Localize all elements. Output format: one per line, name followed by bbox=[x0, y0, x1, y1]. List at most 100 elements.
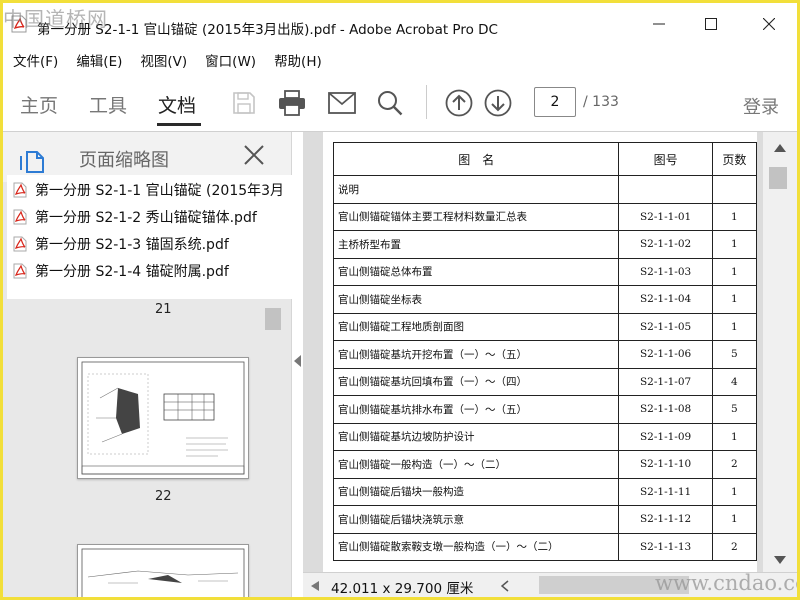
menu-view[interactable]: 视图(V) bbox=[140, 50, 187, 70]
save-icon bbox=[233, 92, 255, 114]
minimize-icon bbox=[653, 23, 665, 25]
watermark-bottom: www.cndao.com bbox=[655, 571, 797, 595]
collapse-panel-icon[interactable] bbox=[293, 355, 303, 367]
arrow-up-circle-icon bbox=[445, 89, 473, 117]
cell-name: 官山侧锚碇基坑回填布置（一）～（四） bbox=[332, 367, 620, 396]
chevron-left-icon[interactable] bbox=[501, 580, 509, 592]
table-row: 官山侧锚碇坐标表 S2-1-1-04 1 bbox=[332, 285, 758, 314]
cell-name: 官山侧锚碇后锚块一般构造 bbox=[332, 477, 620, 506]
page-number-input[interactable]: 2 bbox=[534, 87, 576, 117]
page-thumbnail[interactable] bbox=[77, 357, 249, 479]
scroll-up-icon[interactable] bbox=[774, 144, 786, 152]
maximize-button[interactable] bbox=[691, 13, 731, 35]
cell-name: 官山侧锚碇坐标表 bbox=[332, 285, 620, 314]
cell-pages: 1 bbox=[711, 505, 758, 534]
close-window-button[interactable] bbox=[749, 13, 789, 35]
drawing-thumbnail-image bbox=[81, 361, 245, 475]
search-icon bbox=[378, 91, 403, 116]
active-tab-indicator bbox=[157, 123, 201, 126]
title-bar: 第一分册 S2-1-1 官山锚碇 (2015年3月出版).pdf - Adobe… bbox=[3, 3, 797, 45]
table-row: 官山侧锚碇基坑排水布置（一）～（五） S2-1-1-08 5 bbox=[332, 395, 758, 424]
cell-name: 官山侧锚碇后锚块浇筑示意 bbox=[332, 505, 620, 534]
maximize-icon bbox=[705, 18, 717, 30]
cell-name: 官山侧锚碇工程地质剖面图 bbox=[332, 312, 620, 341]
table-row: 官山侧锚碇工程地质剖面图 S2-1-1-05 1 bbox=[332, 312, 758, 341]
sign-in-button[interactable]: 登录 bbox=[743, 93, 779, 119]
search-button[interactable] bbox=[375, 88, 405, 118]
app-window: 第一分册 S2-1-1 官山锚碇 (2015年3月出版).pdf - Adobe… bbox=[3, 3, 797, 597]
scroll-down-icon[interactable] bbox=[774, 556, 786, 564]
cell-name: 主桥桥型布置 bbox=[332, 230, 620, 259]
drawing-thumbnail-image bbox=[81, 548, 245, 597]
arrow-down-circle-icon bbox=[484, 89, 512, 117]
attachment-item[interactable]: 第一分册 S2-1-1 官山锚碇 (2015年3月 bbox=[13, 177, 284, 203]
cell-pages: 1 bbox=[711, 312, 758, 341]
attachment-item[interactable]: 第一分册 S2-1-2 秀山锚碇锚体.pdf bbox=[13, 204, 257, 230]
next-page-button[interactable] bbox=[483, 88, 513, 118]
cell-code: S2-1-1-12 bbox=[618, 505, 713, 534]
minimize-button[interactable] bbox=[639, 13, 679, 35]
attachment-item[interactable]: 第一分册 S2-1-4 锚碇附属.pdf bbox=[13, 258, 229, 284]
table-row: 官山侧锚碇基坑回填布置（一）～（四） S2-1-1-07 4 bbox=[332, 367, 758, 396]
cell-pages: 5 bbox=[711, 395, 758, 424]
menu-help[interactable]: 帮助(H) bbox=[274, 50, 322, 70]
column-header-pages: 页数 bbox=[711, 142, 758, 176]
total-pages: / 133 bbox=[583, 94, 619, 110]
cell-name: 官山侧锚碇锚体主要工程材料数量汇总表 bbox=[332, 202, 620, 231]
document-view[interactable]: 图 名 图号 页数 说明 官山侧锚碇锚体主要工程材料数量汇总表 S2-1-1-01 1… bbox=[303, 132, 797, 572]
table-row: 官山侧锚碇基坑边坡防护设计 S2-1-1-09 1 bbox=[332, 422, 758, 451]
envelope-icon bbox=[328, 92, 356, 114]
menu-bar: 文件(F) 编辑(E) 视图(V) 窗口(W) 帮助(H) bbox=[3, 47, 797, 73]
thumbnail-scrollbar-thumb[interactable] bbox=[265, 308, 281, 330]
page-thumbnails-icon[interactable] bbox=[19, 148, 45, 174]
table-row: 官山侧锚碇散索鞍支墩一般构造（一）～（二） S2-1-1-13 2 bbox=[332, 532, 758, 561]
cell-name: 官山侧锚碇基坑排水布置（一）～（五） bbox=[332, 395, 620, 424]
cell-pages: 2 bbox=[711, 450, 758, 479]
document-scrollbar[interactable] bbox=[763, 132, 797, 572]
tab-document[interactable]: 文档 bbox=[158, 91, 196, 118]
page-thumbnail[interactable] bbox=[77, 544, 249, 597]
previous-page-button[interactable] bbox=[444, 88, 474, 118]
print-button[interactable] bbox=[277, 88, 307, 118]
cell-pages bbox=[711, 175, 758, 204]
watermark-top: 中国道桥网 bbox=[3, 7, 108, 31]
table-header-row: 图 名 图号 页数 bbox=[332, 142, 758, 176]
cell-name: 说明 bbox=[332, 175, 620, 204]
document-scrollbar-thumb[interactable] bbox=[769, 167, 787, 189]
cell-code: S2-1-1-01 bbox=[618, 202, 713, 231]
email-button[interactable] bbox=[327, 88, 357, 118]
scroll-left-icon[interactable] bbox=[311, 581, 319, 591]
toolbar-separator bbox=[426, 85, 427, 119]
menu-window[interactable]: 窗口(W) bbox=[205, 50, 256, 70]
pdf-file-icon bbox=[13, 263, 27, 279]
printer-icon bbox=[279, 90, 305, 116]
panel-title: 页面缩略图 bbox=[79, 150, 169, 171]
menu-file[interactable]: 文件(F) bbox=[13, 50, 58, 70]
attachment-item[interactable]: 第一分册 S2-1-3 锚固系统.pdf bbox=[13, 231, 229, 257]
table-row: 官山侧锚碇后锚块一般构造 S2-1-1-11 1 bbox=[332, 477, 758, 506]
cell-name: 官山侧锚碇基坑开挖布置（一）～（五） bbox=[332, 340, 620, 369]
pdf-file-icon bbox=[13, 236, 27, 252]
cell-pages: 5 bbox=[711, 340, 758, 369]
cell-code: S2-1-1-13 bbox=[618, 532, 713, 561]
attachment-list: 第一分册 S2-1-1 官山锚碇 (2015年3月 第一分册 S2-1-2 秀山… bbox=[7, 175, 299, 299]
cell-code: S2-1-1-03 bbox=[618, 257, 713, 286]
cell-pages: 2 bbox=[711, 532, 758, 561]
toolbar: 主页 工具 文档 2 / 133 登录 bbox=[3, 73, 797, 132]
table-row: 官山侧锚碇总体布置 S2-1-1-03 1 bbox=[332, 257, 758, 286]
cell-pages: 1 bbox=[711, 230, 758, 259]
thumbnail-label: 21 bbox=[155, 302, 172, 317]
table-row: 官山侧锚碇一般构造（一）～（二） S2-1-1-10 2 bbox=[332, 450, 758, 479]
thumbnail-label: 22 bbox=[155, 489, 172, 504]
close-panel-icon[interactable] bbox=[243, 144, 265, 166]
cell-pages: 1 bbox=[711, 285, 758, 314]
table-row: 主桥桥型布置 S2-1-1-02 1 bbox=[332, 230, 758, 259]
save-button[interactable] bbox=[229, 88, 259, 118]
tab-home[interactable]: 主页 bbox=[20, 91, 58, 118]
pdf-file-icon bbox=[13, 209, 27, 225]
cell-pages: 4 bbox=[711, 367, 758, 396]
close-icon bbox=[763, 18, 775, 30]
tab-tools[interactable]: 工具 bbox=[89, 91, 127, 118]
menu-edit[interactable]: 编辑(E) bbox=[76, 50, 122, 70]
cell-name: 官山侧锚碇基坑边坡防护设计 bbox=[332, 422, 620, 451]
